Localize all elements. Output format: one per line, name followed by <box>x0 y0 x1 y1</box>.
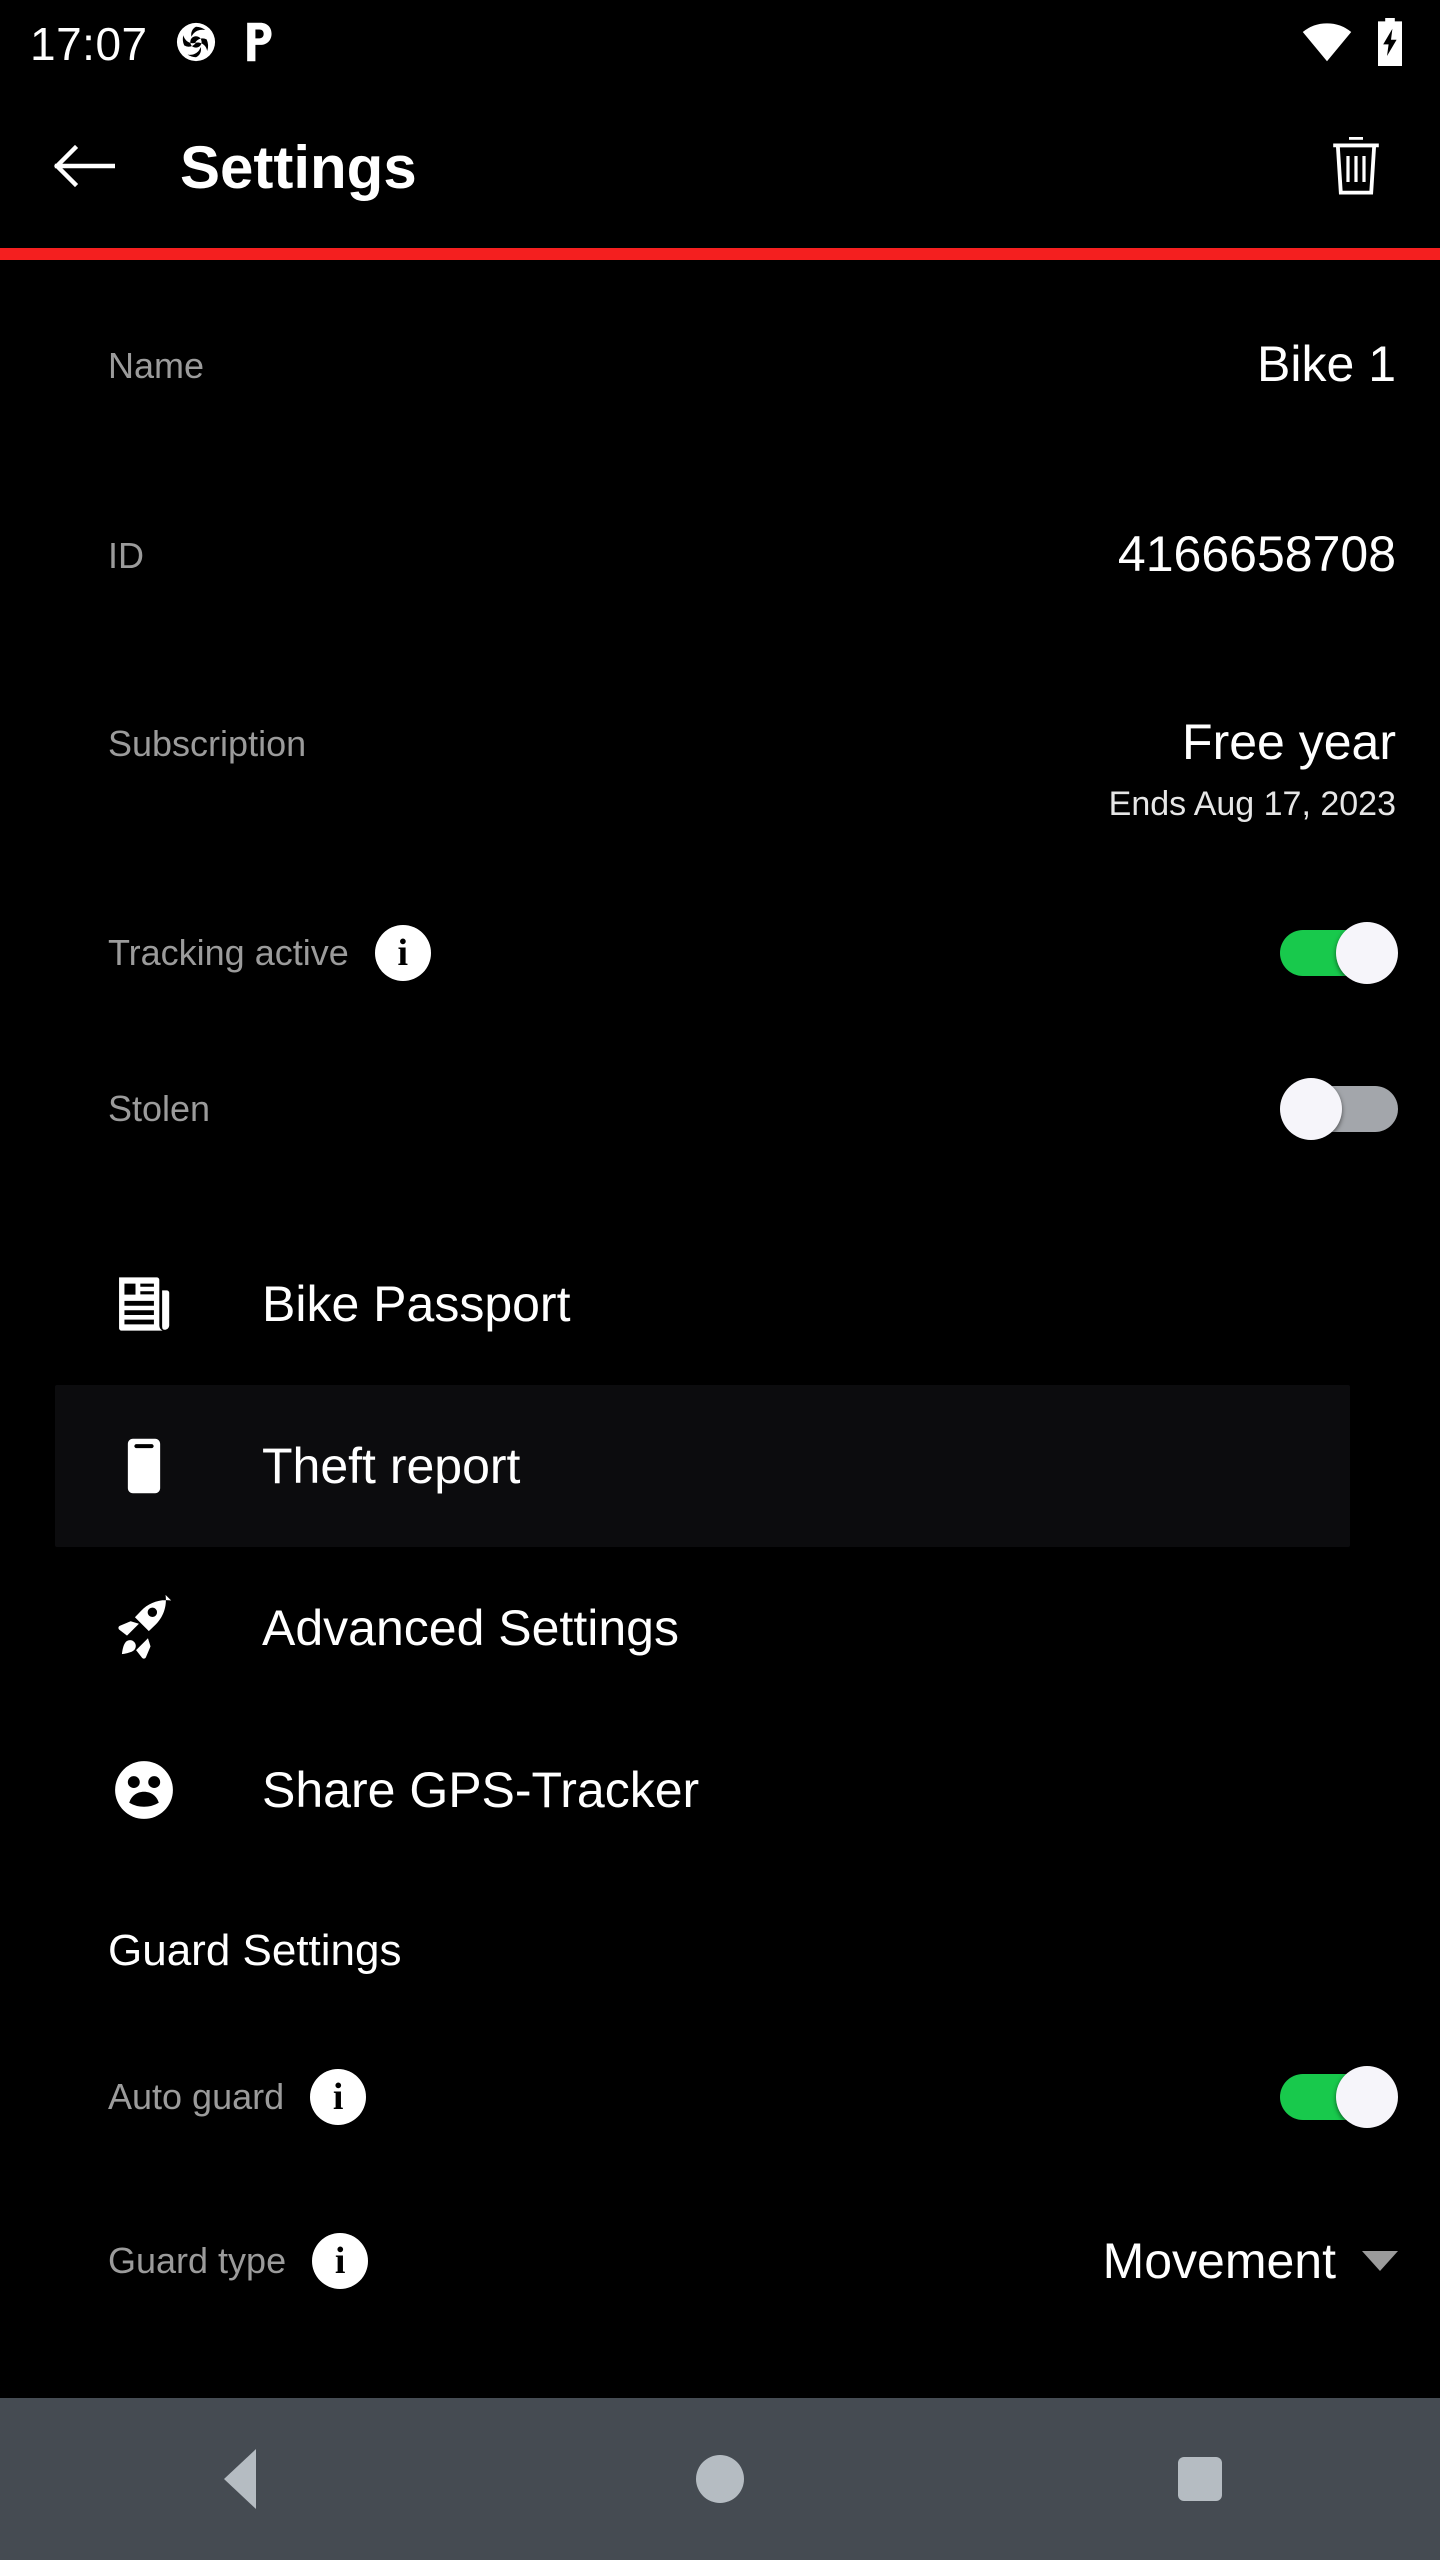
guard-type-dropdown[interactable]: Movement <box>1103 2236 1398 2286</box>
menu-item-label: Share GPS-Tracker <box>262 1761 700 1818</box>
info-icon[interactable]: i <box>310 2068 367 2125</box>
trash-icon <box>1330 136 1382 200</box>
back-button[interactable] <box>44 128 124 208</box>
detail-row-subscription: Subscription Free year Ends Aug 17, 2023 <box>0 716 1440 821</box>
detail-label: ID <box>108 535 144 576</box>
setting-row-stolen: Stolen <box>0 1053 1440 1165</box>
nav-back-icon <box>224 2449 256 2509</box>
stolen-toggle[interactable] <box>1280 1077 1398 1140</box>
phone-screen: 17:07 Settings Name Bike 1 ID 4166658708… <box>0 0 1440 2560</box>
setting-row-auto-guard: Auto guard i <box>0 2041 1440 2153</box>
accent-divider <box>0 248 1440 260</box>
menu-item-label: Bike Passport <box>262 1275 571 1332</box>
delete-button[interactable] <box>1316 128 1396 208</box>
guard-settings-header: Guard Settings <box>108 1925 402 1975</box>
tracking-active-toggle[interactable] <box>1280 921 1398 984</box>
menu-item-bike-passport[interactable]: Bike Passport <box>0 1223 1440 1385</box>
stolen-label: Stolen <box>108 1087 211 1129</box>
menu-item-label: Advanced Settings <box>262 1599 679 1656</box>
nav-recents-button[interactable] <box>960 2457 1440 2501</box>
menu-item-theft-report[interactable]: Theft report <box>55 1384 1350 1547</box>
info-icon[interactable]: i <box>374 924 431 981</box>
detail-row-name: Name Bike 1 <box>0 338 1440 438</box>
settings-menu: Bike Passport Theft report Advanced Sett… <box>0 1223 1440 1871</box>
group-icon <box>108 1754 180 1826</box>
settings-content: Name Bike 1 ID 4166658708 Subscription F… <box>0 260 1440 2398</box>
menu-item-label: Theft report <box>262 1437 521 1494</box>
auto-guard-label: Auto guard <box>108 2075 285 2117</box>
chevron-down-icon <box>1362 2250 1398 2271</box>
detail-label: Subscription <box>108 723 307 764</box>
detail-value: Free year <box>1182 714 1396 770</box>
battery-charging-icon <box>1374 17 1406 71</box>
nav-home-button[interactable] <box>480 2455 960 2503</box>
detail-value: 4166658708 <box>1117 526 1396 582</box>
clipboard-icon <box>108 1430 180 1502</box>
menu-item-advanced-settings[interactable]: Advanced Settings <box>0 1547 1440 1709</box>
menu-item-share-gps-tracker[interactable]: Share GPS-Tracker <box>0 1709 1440 1871</box>
guard-type-value: Movement <box>1102 2232 1336 2289</box>
wifi-icon <box>1302 21 1352 68</box>
detail-row-id: ID 4166658708 <box>0 528 1440 628</box>
detail-label: Name <box>108 345 205 386</box>
page-title: Settings <box>180 134 417 201</box>
status-clock: 17:07 <box>30 18 148 70</box>
setting-row-tracking-active: Tracking active i <box>0 897 1440 1009</box>
system-status-icons <box>1302 17 1406 71</box>
auto-guard-toggle[interactable] <box>1280 2065 1398 2128</box>
letter-p-app-icon <box>240 20 280 69</box>
nav-recents-icon <box>1178 2457 1222 2501</box>
newspaper-icon <box>108 1268 180 1340</box>
tracking-active-label: Tracking active <box>108 931 349 973</box>
detail-value[interactable]: Bike 1 <box>1257 338 1396 391</box>
app-bar: Settings <box>0 88 1440 248</box>
info-icon[interactable]: i <box>312 2232 369 2289</box>
arrow-left-icon <box>53 142 116 195</box>
nav-home-icon <box>696 2455 744 2503</box>
subscription-expiry: Ends Aug 17, 2023 <box>1108 784 1396 823</box>
setting-row-guard-type: Guard type i Movement <box>0 2205 1440 2317</box>
nav-back-button[interactable] <box>0 2449 480 2509</box>
rocket-icon <box>108 1592 180 1664</box>
aperture-logo-icon <box>174 20 218 69</box>
status-bar: 17:07 <box>0 0 1440 88</box>
notification-icons <box>174 20 280 69</box>
guard-type-label: Guard type <box>108 2239 287 2281</box>
system-navigation-bar <box>0 2398 1440 2560</box>
